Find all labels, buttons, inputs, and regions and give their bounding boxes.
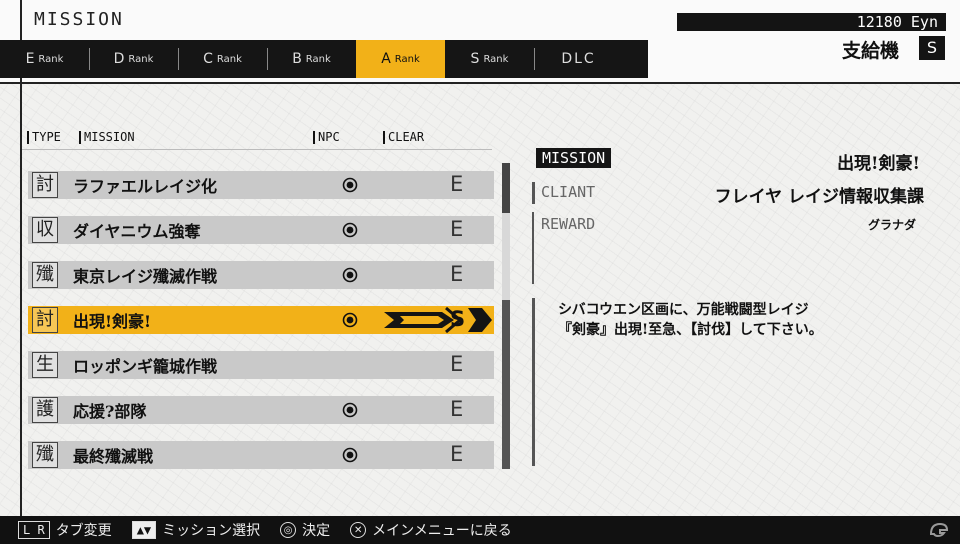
- clear-rank-stripes: [384, 306, 492, 334]
- mission-name: 出現!剣豪!: [73, 312, 152, 331]
- clear-rank: E: [450, 262, 464, 286]
- tab-suffix: Rank: [483, 53, 509, 65]
- mission-name: ロッポンギ籠城作戦: [73, 357, 218, 376]
- cross-button-icon: ✕: [350, 522, 367, 538]
- column-header-divider: [22, 149, 492, 150]
- npc-indicator-icon: [342, 447, 358, 463]
- scrollbar-thumb[interactable]: [502, 163, 510, 213]
- tab-dlc[interactable]: DLC: [534, 40, 623, 78]
- tab-suffix: Rank: [38, 53, 64, 65]
- column-header-npc: NPC: [313, 131, 340, 144]
- control-hints-bar: L R タブ変更 ▲▼ ミッション選択 ◎ 決定 ✕ メインメニューに戻る: [0, 516, 960, 544]
- tab-d-rank[interactable]: D Rank: [89, 40, 178, 78]
- mission-row[interactable]: 殲東京レイジ殲滅作戦 E: [28, 261, 494, 289]
- shop-rank-badge: S: [919, 36, 945, 60]
- frame-vertical-line: [20, 0, 22, 520]
- tab-suffix: Rank: [216, 53, 242, 65]
- tab-a-rank[interactable]: A Rank: [356, 40, 445, 78]
- mission-type-kanji: 生: [32, 352, 58, 378]
- circle-button-icon: ◎: [280, 522, 297, 538]
- hint-label: 決定: [302, 523, 331, 539]
- mission-type-kanji: 護: [32, 397, 58, 423]
- rank-tabs: E Rank D Rank C Rank B Rank A Rank S Rank DLC: [0, 40, 648, 78]
- hint-label: ミッション選択: [162, 523, 261, 539]
- tab-b-rank[interactable]: B Rank: [267, 40, 356, 78]
- currency-display: 12180 Eyn: [677, 13, 946, 31]
- mission-description: シバコウエン区画に、万能戦闘型レイジ 『剣豪』出現!至急、【討伐】して下さい。: [558, 302, 823, 338]
- tab-suffix: Rank: [305, 53, 331, 65]
- clear-rank: S: [450, 307, 466, 331]
- detail-client-label: CLIANT: [541, 183, 596, 201]
- page-title: MISSION: [34, 9, 124, 30]
- tab-letter: DLC: [561, 51, 596, 67]
- tab-suffix: Rank: [128, 53, 154, 65]
- watermark-logo-icon: [929, 522, 949, 538]
- tab-c-rank[interactable]: C Rank: [178, 40, 267, 78]
- lr-button-icon: L R: [18, 521, 50, 539]
- clear-rank: E: [450, 442, 464, 466]
- tab-e-rank[interactable]: E Rank: [0, 40, 89, 78]
- clear-rank: E: [450, 172, 464, 196]
- tab-letter: A: [381, 51, 391, 67]
- mission-name: ダイヤニウム強奪: [73, 222, 201, 241]
- mission-type-kanji: 殲: [32, 262, 58, 288]
- npc-indicator-icon: [342, 402, 358, 418]
- tab-letter: B: [292, 51, 302, 67]
- dpad-updown-icon: ▲▼: [131, 521, 157, 539]
- mission-type-kanji: 討: [32, 307, 58, 333]
- mission-row[interactable]: 生ロッポンギ籠城作戦 E: [28, 351, 494, 379]
- npc-indicator-icon: [342, 222, 358, 238]
- mission-type-kanji: 討: [32, 172, 58, 198]
- mission-row[interactable]: 討ラファエルレイジ化 E: [28, 171, 494, 199]
- mission-name: ラファエルレイジ化: [73, 177, 218, 196]
- detail-reward-label: REWARD: [541, 215, 596, 233]
- detail-mission-label: MISSION: [536, 148, 612, 168]
- clear-rank: E: [450, 352, 464, 376]
- hint-label: メインメニューに戻る: [372, 523, 512, 539]
- header-divider: [0, 82, 960, 84]
- detail-divider: [532, 182, 535, 204]
- npc-indicator-icon: [342, 267, 358, 283]
- mission-row[interactable]: 討出現!剣豪! S: [28, 306, 494, 334]
- column-header-clear: CLEAR: [383, 131, 424, 144]
- mission-type-kanji: 収: [32, 217, 58, 243]
- tab-s-rank[interactable]: S Rank: [445, 40, 534, 78]
- description-divider: [532, 298, 535, 466]
- tab-letter: E: [25, 51, 35, 67]
- npc-indicator-icon: [342, 177, 358, 193]
- mission-type-kanji: 殲: [32, 442, 58, 468]
- mission-name: 応援?部隊: [73, 402, 147, 421]
- hint-tab-change: L R タブ変更: [18, 520, 112, 540]
- detail-mission-value: 出現!剣豪!: [837, 154, 920, 174]
- shop-label: 支給機: [842, 40, 900, 62]
- tab-letter: S: [470, 51, 480, 67]
- tab-suffix: Rank: [394, 53, 420, 65]
- mission-name: 最終殲滅戦: [73, 447, 154, 466]
- hint-label: タブ変更: [55, 523, 112, 539]
- detail-client-value: フレイヤ レイジ情報収集課: [714, 187, 924, 207]
- detail-divider: [532, 212, 534, 284]
- mission-name: 東京レイジ殲滅作戦: [73, 267, 218, 286]
- clear-rank: E: [450, 397, 464, 421]
- column-header-type: TYPE: [27, 131, 61, 144]
- mission-row[interactable]: 殲最終殲滅戦 E: [28, 441, 494, 469]
- tab-letter: C: [203, 51, 213, 67]
- clear-rank: E: [450, 217, 464, 241]
- hint-confirm: ◎ 決定: [280, 520, 330, 540]
- tab-letter: D: [113, 51, 125, 67]
- mission-row[interactable]: 護応援?部隊 E: [28, 396, 494, 424]
- scrollbar-lower-segment: [502, 300, 510, 469]
- column-header-mission: MISSION: [79, 131, 135, 144]
- npc-indicator-icon: [342, 312, 358, 328]
- mission-row[interactable]: 収ダイヤニウム強奪 E: [28, 216, 494, 244]
- hint-back: ✕ メインメニューに戻る: [350, 520, 512, 540]
- hint-mission-select: ▲▼ ミッション選択: [131, 520, 261, 540]
- detail-reward-value: グラナダ: [867, 218, 916, 232]
